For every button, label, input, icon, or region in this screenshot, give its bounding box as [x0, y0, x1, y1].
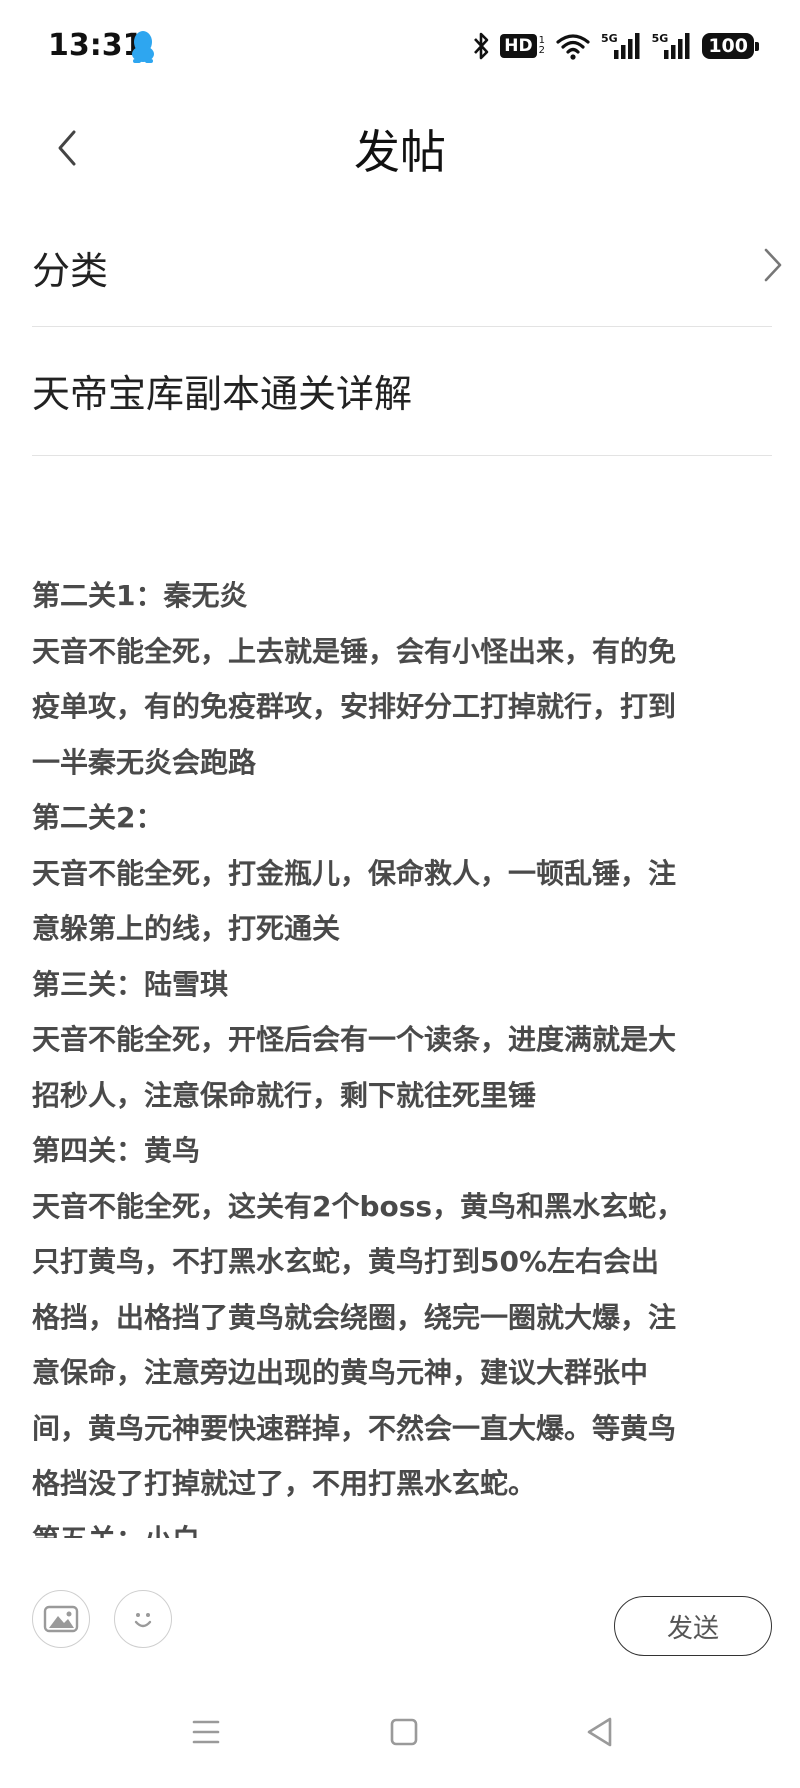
- post-body-editor[interactable]: 第二关1：秦无炎天音不能全死，上去就是锤，会有小怪出来，有的免 疫单攻，有的免疫群…: [32, 568, 772, 1538]
- home-square-icon[interactable]: [384, 1712, 424, 1752]
- post-body-line: 第二关2：: [32, 801, 164, 834]
- menu-icon[interactable]: [186, 1712, 226, 1752]
- battery-icon: 100: [702, 33, 759, 59]
- back-triangle-icon[interactable]: [580, 1712, 620, 1752]
- post-title-input[interactable]: [32, 357, 772, 423]
- post-body-line: 天音不能全死，开怪后会有一个读条，进度满就是大: [32, 1023, 677, 1056]
- post-body-line: 天音不能全死，这关有2个boss，黄鸟和黑水玄蛇，: [32, 1189, 685, 1223]
- smiley-icon: [134, 1613, 152, 1628]
- hd-icon: HD 1 2: [500, 34, 545, 58]
- post-body-line: 意保命，注意旁边出现的黄鸟元神，建议大群张中: [32, 1356, 649, 1389]
- editor-toolbar: 发送: [0, 1590, 800, 1660]
- signal-5g-icon: 5G: [601, 32, 642, 60]
- post-body-line: 格挡，出格挡了黄鸟就会绕圈，绕完一圈就大爆，注: [32, 1300, 677, 1334]
- bluetooth-icon: [474, 32, 489, 60]
- header: 发帖: [0, 96, 800, 206]
- signal-5g-icon: 5G: [652, 32, 693, 60]
- page-title: 发帖: [354, 125, 446, 179]
- post-body-line: 第五关：小白: [32, 1512, 772, 1539]
- emoji-button[interactable]: [114, 1590, 172, 1648]
- wifi-icon: [556, 34, 590, 60]
- status-bar: 13:31 HD 1 2 5G 5G 100: [0, 0, 800, 96]
- post-body-line: 第四关：黄鸟: [32, 1134, 201, 1167]
- send-button[interactable]: 发送: [614, 1596, 772, 1656]
- post-body-line: 意躲第上的线，打死通关: [32, 912, 341, 945]
- insert-image-button[interactable]: [32, 1590, 90, 1648]
- post-body-line: 间，黄鸟元神要快速群掉，不然会一直大爆。等黄鸟: [32, 1411, 677, 1445]
- image-icon: [43, 1605, 79, 1633]
- chevron-right-icon: [764, 248, 782, 282]
- post-body-line: 第三关：陆雪琪: [32, 967, 229, 1001]
- category-selector[interactable]: 分类: [32, 206, 782, 327]
- post-body-line: 天音不能全死，上去就是锤，会有小怪出来，有的免: [32, 634, 677, 668]
- post-body-line: 天音不能全死，打金瓶儿，保命救人，一顿乱锤，注: [32, 856, 677, 890]
- post-body-line: 格挡没了打掉就过了，不用打黑水玄蛇。: [32, 1467, 537, 1500]
- post-body-line: 招秒人，注意保命就行，剩下就往死里锤: [32, 1078, 537, 1112]
- post-title-field: [32, 327, 772, 456]
- qq-icon: [132, 31, 154, 63]
- post-body-line: 第二关1：秦无炎: [32, 579, 248, 612]
- post-body-line: 疫单攻，有的免疫群攻，安排好分工打掉就行，打到: [32, 690, 677, 723]
- post-body-line: 一半秦无炎会跑路: [32, 745, 257, 779]
- post-body-line: 只打黄鸟，不打黑水玄蛇，黄鸟打到50%左右会出: [32, 1245, 660, 1278]
- category-label: 分类: [32, 249, 109, 293]
- system-nav-bar: [0, 1700, 800, 1770]
